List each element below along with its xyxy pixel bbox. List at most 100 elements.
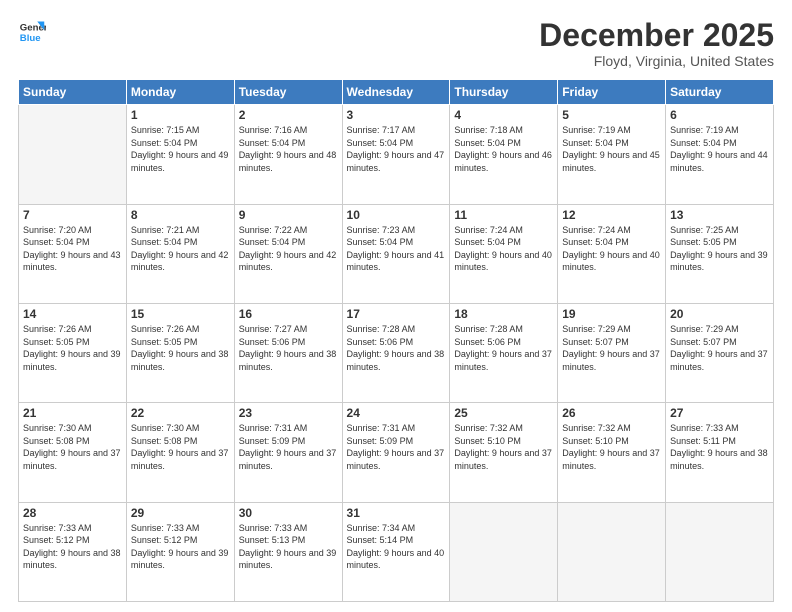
day-info: Sunrise: 7:33 AMSunset: 5:12 PMDaylight:… <box>131 522 230 572</box>
day-info: Sunrise: 7:31 AMSunset: 5:09 PMDaylight:… <box>347 422 446 472</box>
calendar-cell <box>666 502 774 601</box>
day-number: 6 <box>670 108 769 122</box>
calendar-cell: 28 Sunrise: 7:33 AMSunset: 5:12 PMDayligh… <box>19 502 127 601</box>
weekday-header-friday: Friday <box>558 80 666 105</box>
day-number: 22 <box>131 406 230 420</box>
calendar-cell: 15 Sunrise: 7:26 AMSunset: 5:05 PMDayligh… <box>126 303 234 402</box>
calendar-cell: 29 Sunrise: 7:33 AMSunset: 5:12 PMDayligh… <box>126 502 234 601</box>
day-info: Sunrise: 7:15 AMSunset: 5:04 PMDaylight:… <box>131 124 230 174</box>
calendar-cell: 14Sunrise: 7:26 AMSunset: 5:05 PMDayligh… <box>19 303 127 402</box>
calendar-cell: 26Sunrise: 7:32 AMSunset: 5:10 PMDayligh… <box>558 403 666 502</box>
day-info: Sunrise: 7:33 AMSunset: 5:11 PMDaylight:… <box>670 422 769 472</box>
day-number: 4 <box>454 108 553 122</box>
weekday-header-tuesday: Tuesday <box>234 80 342 105</box>
day-info: Sunrise: 7:24 AMSunset: 5:04 PMDaylight:… <box>562 224 661 274</box>
day-number: 12 <box>562 208 661 222</box>
calendar-cell: 4Sunrise: 7:18 AMSunset: 5:04 PMDaylight… <box>450 105 558 204</box>
day-info: Sunrise: 7:33 AMSunset: 5:13 PMDaylight:… <box>239 522 338 572</box>
day-info: Sunrise: 7:30 AMSunset: 5:08 PMDaylight:… <box>23 422 122 472</box>
day-number: 3 <box>347 108 446 122</box>
day-info: Sunrise: 7:29 AMSunset: 5:07 PMDaylight:… <box>562 323 661 373</box>
calendar-cell <box>450 502 558 601</box>
calendar-cell: 10 Sunrise: 7:23 AMSunset: 5:04 PMDayligh… <box>342 204 450 303</box>
weekday-header-wednesday: Wednesday <box>342 80 450 105</box>
header: General Blue December 2025 Floyd, Virgin… <box>18 18 774 69</box>
calendar-cell: 30 Sunrise: 7:33 AMSunset: 5:13 PMDayligh… <box>234 502 342 601</box>
day-info: Sunrise: 7:30 AMSunset: 5:08 PMDaylight:… <box>131 422 230 472</box>
week-row-2: 7 Sunrise: 7:20 AMSunset: 5:04 PMDaylight… <box>19 204 774 303</box>
day-number: 25 <box>454 406 553 420</box>
day-number: 16 <box>239 307 338 321</box>
day-number: 13 <box>670 208 769 222</box>
day-info: Sunrise: 7:25 AMSunset: 5:05 PMDaylight:… <box>670 224 769 274</box>
page: General Blue December 2025 Floyd, Virgin… <box>0 0 792 612</box>
day-number: 27 <box>670 406 769 420</box>
day-number: 9 <box>239 208 338 222</box>
day-info: Sunrise: 7:19 AMSunset: 5:04 PMDaylight:… <box>670 124 769 174</box>
month-title: December 2025 <box>539 18 774 53</box>
logo: General Blue <box>18 18 46 46</box>
calendar-cell: 1 Sunrise: 7:15 AMSunset: 5:04 PMDaylight… <box>126 105 234 204</box>
calendar-cell: 17Sunrise: 7:28 AMSunset: 5:06 PMDayligh… <box>342 303 450 402</box>
day-number: 17 <box>347 307 446 321</box>
day-info: Sunrise: 7:28 AMSunset: 5:06 PMDaylight:… <box>454 323 553 373</box>
day-info: Sunrise: 7:19 AMSunset: 5:04 PMDaylight:… <box>562 124 661 174</box>
calendar-cell: 5 Sunrise: 7:19 AMSunset: 5:04 PMDaylight… <box>558 105 666 204</box>
day-number: 15 <box>131 307 230 321</box>
weekday-header-saturday: Saturday <box>666 80 774 105</box>
week-row-3: 14 Sunrise: 7:26 AMSunset: 5:05 PMDayligh… <box>19 303 774 402</box>
calendar-cell: 18 Sunrise: 7:28 AMSunset: 5:06 PMDayligh… <box>450 303 558 402</box>
calendar-cell: 11Sunrise: 7:24 AMSunset: 5:04 PMDayligh… <box>450 204 558 303</box>
logo-icon: General Blue <box>18 18 46 46</box>
weekday-header-sunday: Sunday <box>19 80 127 105</box>
calendar-cell: 2Sunrise: 7:16 AMSunset: 5:04 PMDaylight… <box>234 105 342 204</box>
day-info: Sunrise: 7:31 AMSunset: 5:09 PMDaylight:… <box>239 422 338 472</box>
calendar-cell: 9 Sunrise: 7:22 AMSunset: 5:04 PMDaylight… <box>234 204 342 303</box>
day-number: 24 <box>347 406 446 420</box>
calendar-cell: 19 Sunrise: 7:29 AMSunset: 5:07 PMDayligh… <box>558 303 666 402</box>
day-number: 18 <box>454 307 553 321</box>
svg-text:Blue: Blue <box>20 33 41 44</box>
day-number: 8 <box>131 208 230 222</box>
day-number: 19 <box>562 307 661 321</box>
calendar-cell: 23 Sunrise: 7:31 AMSunset: 5:09 PMDayligh… <box>234 403 342 502</box>
calendar-cell <box>19 105 127 204</box>
week-row-1: 1 Sunrise: 7:15 AMSunset: 5:04 PMDaylight… <box>19 105 774 204</box>
day-info: Sunrise: 7:32 AMSunset: 5:10 PMDaylight:… <box>562 422 661 472</box>
week-row-4: 21 Sunrise: 7:30 AMSunset: 5:08 PMDayligh… <box>19 403 774 502</box>
day-number: 5 <box>562 108 661 122</box>
calendar-cell: 31Sunrise: 7:34 AMSunset: 5:14 PMDayligh… <box>342 502 450 601</box>
day-number: 7 <box>23 208 122 222</box>
day-number: 29 <box>131 506 230 520</box>
calendar-cell: 6 Sunrise: 7:19 AMSunset: 5:04 PMDaylight… <box>666 105 774 204</box>
title-area: December 2025 Floyd, Virginia, United St… <box>539 18 774 69</box>
day-info: Sunrise: 7:33 AMSunset: 5:12 PMDaylight:… <box>23 522 122 572</box>
calendar-cell: 8 Sunrise: 7:21 AMSunset: 5:04 PMDaylight… <box>126 204 234 303</box>
day-info: Sunrise: 7:24 AMSunset: 5:04 PMDaylight:… <box>454 224 553 274</box>
day-info: Sunrise: 7:23 AMSunset: 5:04 PMDaylight:… <box>347 224 446 274</box>
calendar-cell: 20Sunrise: 7:29 AMSunset: 5:07 PMDayligh… <box>666 303 774 402</box>
calendar-cell: 7 Sunrise: 7:20 AMSunset: 5:04 PMDaylight… <box>19 204 127 303</box>
calendar-cell: 22 Sunrise: 7:30 AMSunset: 5:08 PMDayligh… <box>126 403 234 502</box>
day-number: 14 <box>23 307 122 321</box>
day-number: 21 <box>23 406 122 420</box>
day-number: 10 <box>347 208 446 222</box>
day-info: Sunrise: 7:20 AMSunset: 5:04 PMDaylight:… <box>23 224 122 274</box>
day-number: 28 <box>23 506 122 520</box>
day-info: Sunrise: 7:26 AMSunset: 5:05 PMDaylight:… <box>131 323 230 373</box>
day-info: Sunrise: 7:21 AMSunset: 5:04 PMDaylight:… <box>131 224 230 274</box>
day-info: Sunrise: 7:29 AMSunset: 5:07 PMDaylight:… <box>670 323 769 373</box>
day-number: 2 <box>239 108 338 122</box>
day-number: 30 <box>239 506 338 520</box>
day-number: 1 <box>131 108 230 122</box>
day-info: Sunrise: 7:22 AMSunset: 5:04 PMDaylight:… <box>239 224 338 274</box>
calendar-cell: 27 Sunrise: 7:33 AMSunset: 5:11 PMDayligh… <box>666 403 774 502</box>
location: Floyd, Virginia, United States <box>539 53 774 69</box>
day-number: 23 <box>239 406 338 420</box>
day-info: Sunrise: 7:34 AMSunset: 5:14 PMDaylight:… <box>347 522 446 572</box>
day-info: Sunrise: 7:32 AMSunset: 5:10 PMDaylight:… <box>454 422 553 472</box>
calendar-cell: 13 Sunrise: 7:25 AMSunset: 5:05 PMDayligh… <box>666 204 774 303</box>
calendar-cell: 24 Sunrise: 7:31 AMSunset: 5:09 PMDayligh… <box>342 403 450 502</box>
weekday-header-thursday: Thursday <box>450 80 558 105</box>
day-info: Sunrise: 7:17 AMSunset: 5:04 PMDaylight:… <box>347 124 446 174</box>
